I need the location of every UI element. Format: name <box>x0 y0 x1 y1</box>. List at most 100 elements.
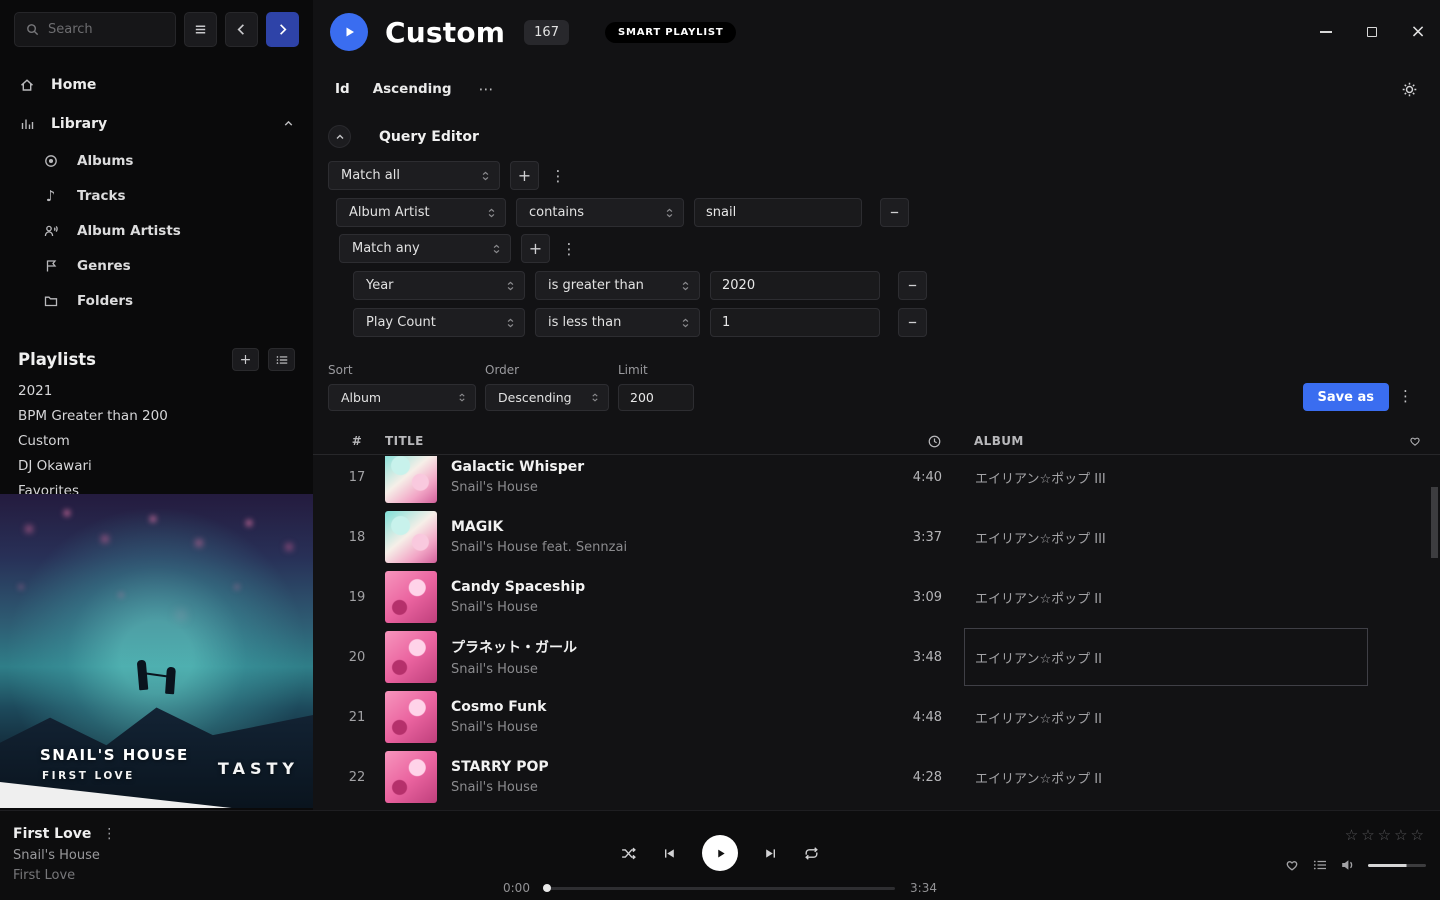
match-type-select[interactable]: Match all <box>328 161 500 190</box>
sort-field-button[interactable]: Id <box>335 81 350 97</box>
nav-back-button[interactable] <box>225 12 258 47</box>
now-playing-album: First Love <box>13 868 116 883</box>
rule-field-value: Album Artist <box>349 205 430 220</box>
track-album[interactable]: エイリアン☆ポップ II <box>964 748 1368 806</box>
track-album[interactable]: エイリアン☆ポップ II <box>964 568 1368 626</box>
rule-operator-select[interactable]: is greater than <box>535 271 700 300</box>
rule-field-select[interactable]: Year <box>353 271 525 300</box>
maximize-button[interactable] <box>1364 24 1380 40</box>
seek-handle[interactable] <box>543 884 551 892</box>
settings-button[interactable] <box>1401 81 1418 98</box>
playlist-item[interactable]: BPM Greater than 200 <box>18 404 295 429</box>
table-rows-viewport: 17 Galactic Whisper Snail's House 4:40 エ… <box>313 456 1440 810</box>
menu-button[interactable] <box>184 12 217 47</box>
previous-button[interactable] <box>662 846 677 861</box>
remove-rule-button[interactable] <box>898 271 927 300</box>
repeat-button[interactable] <box>803 845 820 862</box>
rule-field-select[interactable]: Album Artist <box>336 198 506 227</box>
query-editor-collapse-button[interactable] <box>328 125 351 148</box>
star-icon[interactable]: ☆ <box>1361 826 1374 844</box>
sidebar-item-home[interactable]: Home <box>0 65 313 104</box>
play-pause-button[interactable] <box>702 835 738 871</box>
playlist-list-button[interactable] <box>268 348 295 371</box>
album-art-thumbnail <box>385 456 437 503</box>
table-header: # TITLE ALBUM <box>313 428 1440 455</box>
volume-button[interactable] <box>1340 857 1356 873</box>
lantern-lights-decoration <box>0 494 2 496</box>
table-row[interactable]: 17 Galactic Whisper Snail's House 4:40 エ… <box>313 456 1440 507</box>
rule-value-input[interactable] <box>694 198 862 227</box>
column-header-favorite[interactable] <box>1390 434 1440 448</box>
rule-value-input[interactable] <box>710 308 880 337</box>
rule-operator-select[interactable]: contains <box>516 198 684 227</box>
star-icon[interactable]: ☆ <box>1345 826 1358 844</box>
add-rule-button[interactable]: + <box>521 234 550 263</box>
column-header-duration[interactable] <box>884 434 974 449</box>
stepper-icon <box>456 391 468 404</box>
result-sort-select[interactable]: Album <box>328 384 476 411</box>
playlist-item[interactable]: 2021 <box>18 379 295 404</box>
table-row[interactable]: 22 STARRY POP Snail's House 4:28 エイリアン☆ポ… <box>313 747 1440 807</box>
match-type-select[interactable]: Match any <box>339 234 511 263</box>
add-rule-button[interactable]: + <box>510 161 539 190</box>
library-collapse[interactable] <box>282 117 295 130</box>
favorite-button[interactable] <box>1284 857 1300 873</box>
sidebar-item-album-artists[interactable]: Album Artists <box>0 213 313 248</box>
column-header-title[interactable]: TITLE <box>385 434 884 448</box>
seek-slider[interactable] <box>545 887 895 890</box>
search-input[interactable] <box>48 22 165 37</box>
volume-slider[interactable] <box>1368 864 1426 867</box>
sort-direction-button[interactable]: Ascending <box>373 81 452 97</box>
previous-icon <box>662 846 677 861</box>
close-button[interactable]: × <box>1410 24 1426 40</box>
rule-operator-select[interactable]: is less than <box>535 308 700 337</box>
remove-rule-button[interactable] <box>898 308 927 337</box>
sidebar-item-folders[interactable]: Folders <box>0 283 313 318</box>
limit-input[interactable] <box>618 384 694 411</box>
next-button[interactable] <box>763 846 778 861</box>
search-box[interactable] <box>14 12 176 47</box>
group-menu-button[interactable]: ⋮ <box>560 240 578 258</box>
track-album[interactable]: エイリアン☆ポップ II <box>964 688 1368 746</box>
column-header-album[interactable]: ALBUM <box>974 434 1390 448</box>
queue-button[interactable] <box>1312 857 1328 873</box>
add-playlist-button[interactable]: + <box>232 348 259 371</box>
save-as-button[interactable]: Save as <box>1303 383 1389 411</box>
plus-icon: + <box>529 239 542 258</box>
sidebar-item-albums[interactable]: Albums <box>0 143 313 178</box>
track-album[interactable]: エイリアン☆ポップ III <box>964 508 1368 566</box>
table-row[interactable]: 21 Cosmo Funk Snail's House 4:48 エイリアン☆ポ… <box>313 687 1440 747</box>
now-playing-artwork[interactable]: SNAIL'S HOUSE FIRST LOVE TASTY <box>0 494 313 808</box>
player-right-controls <box>1284 857 1426 873</box>
sidebar-item-tracks[interactable]: ♪ Tracks <box>0 178 313 213</box>
search-icon <box>25 22 40 37</box>
track-album-focused-cell[interactable]: エイリアン☆ポップ II <box>964 628 1368 686</box>
table-row[interactable]: 20 プラネット・ガール Snail's House 3:48 エイリアン☆ポッ… <box>313 627 1440 687</box>
star-icon[interactable]: ☆ <box>1394 826 1407 844</box>
play-playlist-button[interactable] <box>330 13 368 51</box>
playlist-item[interactable]: DJ Okawari <box>18 454 295 479</box>
track-album[interactable]: エイリアン☆ポップ III <box>964 456 1368 506</box>
nav-forward-button[interactable] <box>266 12 299 47</box>
shuffle-button[interactable] <box>620 845 637 862</box>
more-options-button[interactable]: ⋯ <box>479 80 495 98</box>
rule-field-select[interactable]: Play Count <box>353 308 525 337</box>
star-icon[interactable]: ☆ <box>1378 826 1391 844</box>
table-row[interactable]: 18 MAGIK Snail's House feat. Sennzai 3:3… <box>313 507 1440 567</box>
sidebar-item-library[interactable]: Library <box>0 104 313 143</box>
column-header-index[interactable]: # <box>329 434 385 448</box>
scrollbar-thumb[interactable] <box>1431 487 1438 558</box>
table-row[interactable]: 19 Candy Spaceship Snail's House 3:09 エイ… <box>313 567 1440 627</box>
sidebar-item-genres[interactable]: Genres <box>0 248 313 283</box>
result-order-select[interactable]: Descending <box>485 384 609 411</box>
save-options-button[interactable]: ⋮ <box>1398 387 1413 405</box>
star-icon[interactable]: ☆ <box>1411 826 1424 844</box>
minimize-button[interactable] <box>1318 24 1334 40</box>
track-title: MAGIK <box>451 519 884 535</box>
now-playing-menu-button[interactable]: ⋮ <box>102 826 116 842</box>
remove-rule-button[interactable] <box>880 198 909 227</box>
rule-value-input[interactable] <box>710 271 880 300</box>
playlist-item[interactable]: Custom <box>18 429 295 454</box>
group-menu-button[interactable]: ⋮ <box>549 167 567 185</box>
chevron-right-icon <box>275 22 290 37</box>
